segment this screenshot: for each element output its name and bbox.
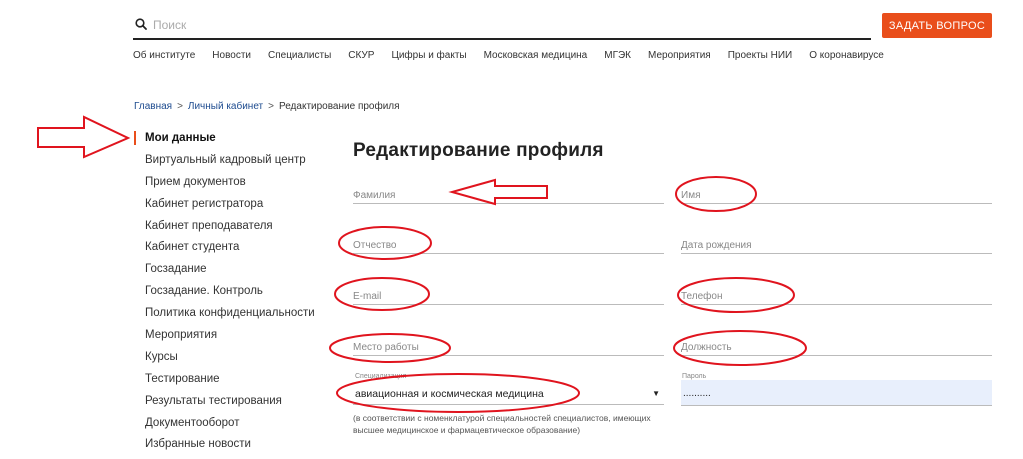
phone-input[interactable] [681, 283, 992, 303]
sidebar: Мои данные Виртуальный кадровый центр Пр… [145, 128, 335, 456]
chevron-down-icon: ▼ [652, 389, 660, 398]
breadcrumb-separator: > [177, 101, 183, 112]
last-name-field [353, 182, 664, 204]
breadcrumb-current: Редактирование профиля [278, 101, 400, 112]
nav-about[interactable]: Об институте [133, 50, 195, 64]
nav-mgek[interactable]: МГЭК [604, 50, 631, 64]
nav-projects[interactable]: Проекты НИИ [728, 50, 793, 64]
email-input[interactable] [353, 283, 664, 303]
specialization-select[interactable]: авиационная и космическая медицина ▼ [353, 383, 664, 405]
nav-skur[interactable]: СКУР [348, 50, 374, 64]
sidebar-item-courses[interactable]: Курсы [145, 347, 335, 369]
sidebar-item-student[interactable]: Кабинет студента [145, 237, 335, 259]
sidebar-item-documents-intake[interactable]: Прием документов [145, 172, 335, 194]
sidebar-item-privacy[interactable]: Политика конфиденциальности [145, 303, 335, 325]
nav-facts[interactable]: Цифры и факты [391, 50, 466, 64]
sidebar-item-state-task-control[interactable]: Госзадание. Контроль [145, 281, 335, 303]
sidebar-item-events[interactable]: Мероприятия [145, 325, 335, 347]
search-input[interactable] [153, 15, 853, 35]
birth-date-field [681, 232, 992, 254]
sidebar-item-state-task[interactable]: Госзадание [145, 259, 335, 281]
breadcrumb: Главная > Личный кабинет > Редактировани… [134, 101, 400, 112]
birth-date-input[interactable] [681, 232, 992, 252]
sidebar-item-my-data[interactable]: Мои данные [145, 128, 335, 150]
password-field [681, 380, 992, 406]
nav-coronavirus[interactable]: О коронавирусе [809, 50, 884, 64]
search-icon[interactable] [135, 18, 147, 30]
middle-name-input[interactable] [353, 232, 664, 252]
password-label: Пароль [682, 373, 707, 380]
middle-name-field [353, 232, 664, 254]
page-title: Редактирование профиля [353, 140, 604, 161]
position-field [681, 334, 992, 356]
workplace-input[interactable] [353, 334, 664, 354]
top-nav: Об институте Новости Специалисты СКУР Ци… [133, 50, 901, 64]
nav-specialists[interactable]: Специалисты [268, 50, 331, 64]
sidebar-item-hr-center[interactable]: Виртуальный кадровый центр [145, 150, 335, 172]
first-name-field [681, 182, 992, 204]
nav-moscow-medicine[interactable]: Московская медицина [484, 50, 588, 64]
specialization-value: авиационная и космическая медицина [355, 388, 544, 400]
sidebar-item-registrar[interactable]: Кабинет регистратора [145, 194, 335, 216]
search-bar [133, 12, 871, 40]
specialization-label: Специализация [355, 373, 407, 380]
annotation-arrow-sidebar [37, 115, 131, 159]
email-field [353, 283, 664, 305]
position-input[interactable] [681, 334, 992, 354]
breadcrumb-cabinet[interactable]: Личный кабинет [188, 101, 263, 112]
breadcrumb-separator: > [268, 101, 274, 112]
phone-field [681, 283, 992, 305]
sidebar-item-favorite-news[interactable]: Избранные новости [145, 434, 335, 456]
sidebar-item-document-flow[interactable]: Документооборот [145, 413, 335, 435]
last-name-input[interactable] [353, 182, 664, 202]
sidebar-item-testing[interactable]: Тестирование [145, 369, 335, 391]
workplace-field [353, 334, 664, 356]
ask-question-button[interactable]: ЗАДАТЬ ВОПРОС [882, 13, 992, 38]
nav-events[interactable]: Мероприятия [648, 50, 711, 64]
breadcrumb-home[interactable]: Главная [134, 101, 172, 112]
first-name-input[interactable] [681, 182, 992, 202]
sidebar-item-teacher[interactable]: Кабинет преподавателя [145, 216, 335, 238]
active-item-marker [134, 131, 136, 145]
password-input[interactable] [683, 385, 983, 401]
specialization-note: (в соответствии с номенклатурой специаль… [353, 413, 651, 435]
sidebar-item-test-results[interactable]: Результаты тестирования [145, 391, 335, 413]
nav-news[interactable]: Новости [212, 50, 251, 64]
